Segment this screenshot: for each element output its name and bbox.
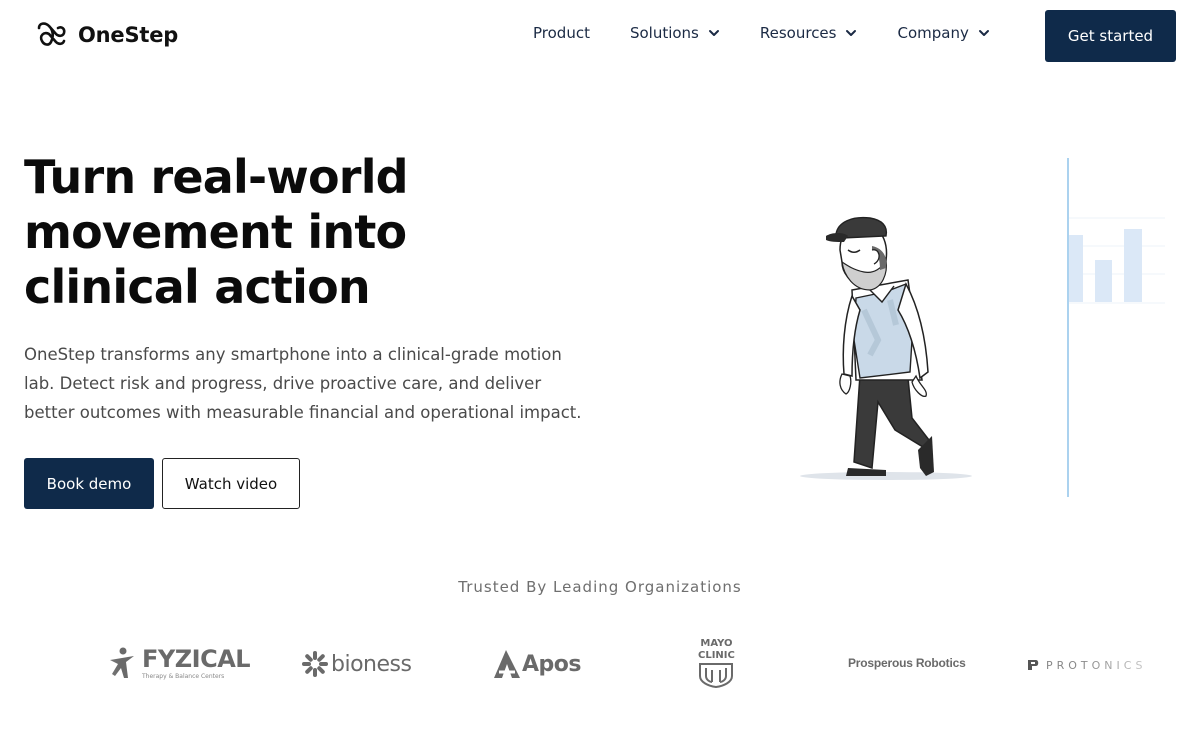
- main-menu: Product Solutions Resources Company: [533, 24, 990, 42]
- chevron-down-icon: [978, 30, 989, 36]
- hero-title-line: clinical action: [24, 260, 371, 314]
- hero-title: Turn real-world movement into clinical a…: [24, 150, 584, 315]
- logo-mayo-clinic: MAYO CLINIC: [698, 638, 735, 688]
- nav-company-label: Company: [897, 24, 969, 42]
- mayo-line: MAYO: [700, 638, 733, 649]
- nav-solutions[interactable]: Solutions: [630, 24, 720, 42]
- hero-illustration: [790, 150, 1200, 510]
- hero-title-line: movement into: [24, 205, 407, 259]
- brand-name: OneStep: [78, 23, 179, 47]
- book-demo-button[interactable]: Book demo: [24, 458, 154, 509]
- partner-logos-strip: FYZICAL Therapy & Balance Centers biones…: [0, 610, 1200, 750]
- logo-bioness: bioness: [301, 650, 412, 678]
- get-started-button[interactable]: Get started: [1045, 10, 1176, 62]
- logo-apos: Apos: [490, 648, 581, 680]
- nav-resources[interactable]: Resources: [760, 24, 858, 42]
- prosperous-name: Prosperous Robotics: [848, 656, 966, 670]
- background-chart: [1067, 158, 1165, 497]
- logos-fade-left: [0, 610, 120, 750]
- trusted-heading: Trusted By Leading Organizations: [458, 578, 742, 596]
- protonics-logo-icon: [1028, 660, 1039, 670]
- watch-video-button[interactable]: Watch video: [162, 458, 300, 509]
- fyzical-subtext: Therapy & Balance Centers: [142, 672, 225, 680]
- mayo-shield-icon: [699, 663, 734, 688]
- onestep-logo-icon: [37, 22, 66, 46]
- chevron-down-icon: [846, 30, 857, 36]
- bioness-name: bioness: [331, 651, 412, 677]
- logos-fade-right: [1080, 610, 1200, 750]
- nav-product[interactable]: Product: [533, 24, 590, 42]
- brand-logo[interactable]: OneStep: [36, 20, 178, 50]
- apos-name: Apos: [522, 651, 581, 677]
- mayo-line: CLINIC: [698, 650, 735, 661]
- hero-title-line: Turn real-world: [24, 150, 409, 204]
- logo-fyzical: FYZICAL Therapy & Balance Centers: [106, 644, 251, 680]
- logo-prosperous-robotics: Prosperous Robotics: [848, 656, 966, 670]
- apos-logo-icon: [494, 650, 520, 678]
- nav-resources-label: Resources: [759, 24, 837, 42]
- hero-description: OneStep transforms any smartphone into a…: [24, 345, 582, 422]
- nav-product-label: Product: [533, 24, 590, 42]
- chevron-down-icon: [708, 30, 719, 36]
- nav-company[interactable]: Company: [897, 24, 989, 42]
- nav-solutions-label: Solutions: [629, 24, 699, 42]
- top-nav: OneStep Product Solutions Resources Comp…: [0, 0, 1200, 70]
- bioness-logo-icon: [302, 651, 328, 677]
- walking-man-illustration: [800, 158, 1165, 497]
- fyzical-name: FYZICAL: [142, 644, 251, 673]
